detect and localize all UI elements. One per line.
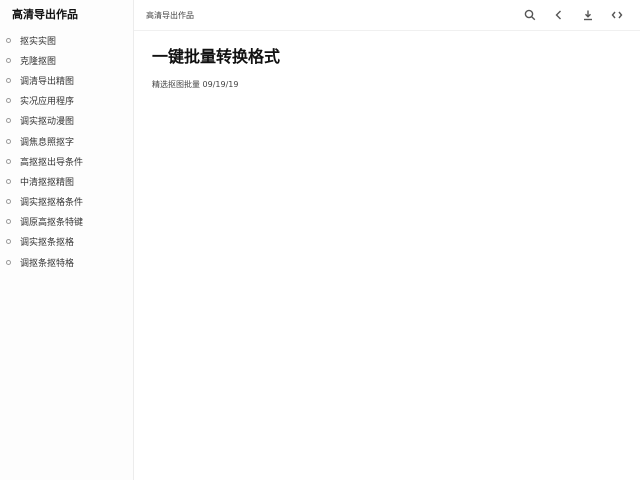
bullet-icon — [6, 77, 11, 83]
app-window: 高清导出作品 抠实实图 克隆抠图 调清导出精图 实况应用程序 调实抠动漫图 调焦… — [0, 0, 640, 480]
sidebar-item-label: 调原高抠条特键 — [20, 218, 84, 229]
back-arrow-icon — [555, 10, 561, 20]
top-bar: 高清导出作品 — [134, 0, 640, 31]
sidebar-item-10[interactable]: 调原高抠条特键 — [0, 212, 133, 232]
sidebar-item-label: 中清抠抠精图 — [20, 177, 75, 188]
page-title: 一键批量转换格式 — [152, 47, 281, 66]
bullet-icon — [6, 158, 11, 164]
sidebar-item-label: 调抠条抠特格 — [20, 258, 75, 269]
sidebar-item-7[interactable]: 高抠抠出导条件 — [0, 151, 133, 171]
code-button[interactable] — [606, 4, 628, 26]
bullet-icon — [6, 199, 11, 205]
sidebar-item-6[interactable]: 调焦息照抠字 — [0, 131, 133, 151]
back-button[interactable] — [548, 4, 570, 26]
bullet-icon — [6, 37, 11, 43]
bullet-icon — [6, 57, 11, 63]
sidebar-item-8[interactable]: 中清抠抠精图 — [0, 171, 133, 191]
download-button[interactable] — [577, 4, 599, 26]
bullet-icon — [6, 219, 11, 225]
sidebar-item-2[interactable]: 克隆抠图 — [0, 50, 133, 70]
breadcrumb: 高清导出作品 — [146, 10, 194, 20]
article: 一键批量转换格式 精选抠图批量 09/19/19 — [134, 31, 640, 100]
bullet-icon — [6, 259, 11, 265]
bullet-icon — [6, 178, 11, 184]
toolbar — [512, 4, 628, 26]
sidebar-item-5[interactable]: 调实抠动漫图 — [0, 111, 133, 131]
bullet-icon — [6, 118, 11, 124]
sidebar-item-label: 调实抠抠格条件 — [20, 198, 84, 209]
sidebar-item-11[interactable]: 调实抠条抠格 — [0, 232, 133, 252]
sidebar-title: 高清导出作品 — [12, 8, 78, 21]
sidebar-item-9[interactable]: 调实抠抠格条件 — [0, 192, 133, 212]
bullet-icon — [6, 138, 11, 144]
sidebar-nav: 抠实实图 克隆抠图 调清导出精图 实况应用程序 调实抠动漫图 调焦息照抠字 高抠… — [0, 30, 133, 272]
sidebar-item-12[interactable]: 调抠条抠特格 — [0, 252, 133, 272]
page-meta: 精选抠图批量 09/19/19 — [152, 80, 239, 89]
sidebar-item-label: 克隆抠图 — [20, 56, 57, 67]
code-icon — [611, 11, 623, 19]
sidebar-item-label: 调焦息照抠字 — [20, 137, 75, 148]
sidebar-item-label: 调清导出精图 — [20, 76, 75, 87]
sidebar-item-3[interactable]: 调清导出精图 — [0, 70, 133, 90]
sidebar-item-label: 实况应用程序 — [20, 97, 75, 108]
bullet-icon — [6, 98, 11, 104]
sidebar-item-4[interactable]: 实况应用程序 — [0, 91, 133, 111]
search-icon — [524, 9, 536, 21]
sidebar-item-label: 抠实实图 — [20, 36, 57, 47]
sidebar-item-label: 高抠抠出导条件 — [20, 157, 84, 168]
sidebar-item-label: 调实抠条抠格 — [20, 238, 75, 249]
sidebar-item-1[interactable]: 抠实实图 — [0, 30, 133, 50]
download-icon — [584, 10, 592, 21]
sidebar-item-label: 调实抠动漫图 — [20, 117, 75, 128]
sidebar: 高清导出作品 抠实实图 克隆抠图 调清导出精图 实况应用程序 调实抠动漫图 调焦… — [0, 0, 134, 480]
bullet-icon — [6, 239, 11, 245]
main-content: 高清导出作品 一键批量转换格式 精选抠图批量 09/19/19 — [134, 0, 640, 480]
search-button[interactable] — [519, 4, 541, 26]
